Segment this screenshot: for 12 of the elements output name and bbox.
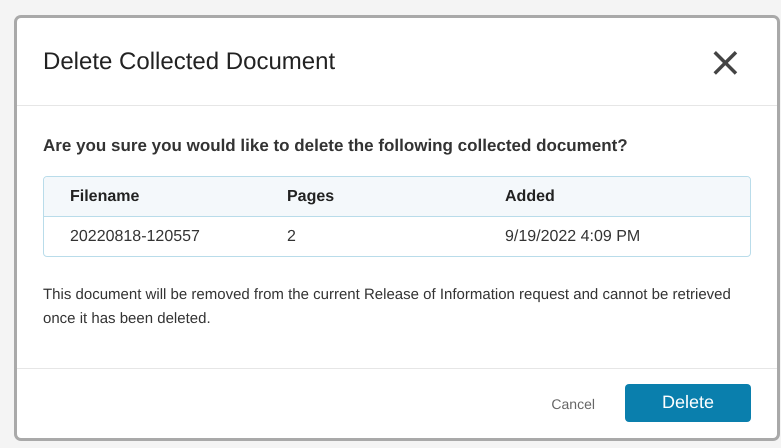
warning-text: This document will be removed from the current Release of Information request and cannot be retrieved once it has been deleted. [43,285,732,329]
column-header: Filename [70,188,140,206]
dialog-title: Delete Collected Document [43,48,336,76]
close-button[interactable]: × [708,40,743,82]
table-cell-text: 2 [287,228,297,246]
cancel-button[interactable]: Cancel [547,392,599,416]
table-cell-text: 20220818-120557 [70,228,201,246]
column-header: Added [505,188,556,206]
table-cell-text: 9/19/2022 4:09 PM [505,228,642,246]
column-header: Pages [287,188,336,206]
delete-button[interactable]: Delete [625,384,751,422]
confirmation-question: Are you sure you would like to delete the following collected document? [43,136,629,156]
